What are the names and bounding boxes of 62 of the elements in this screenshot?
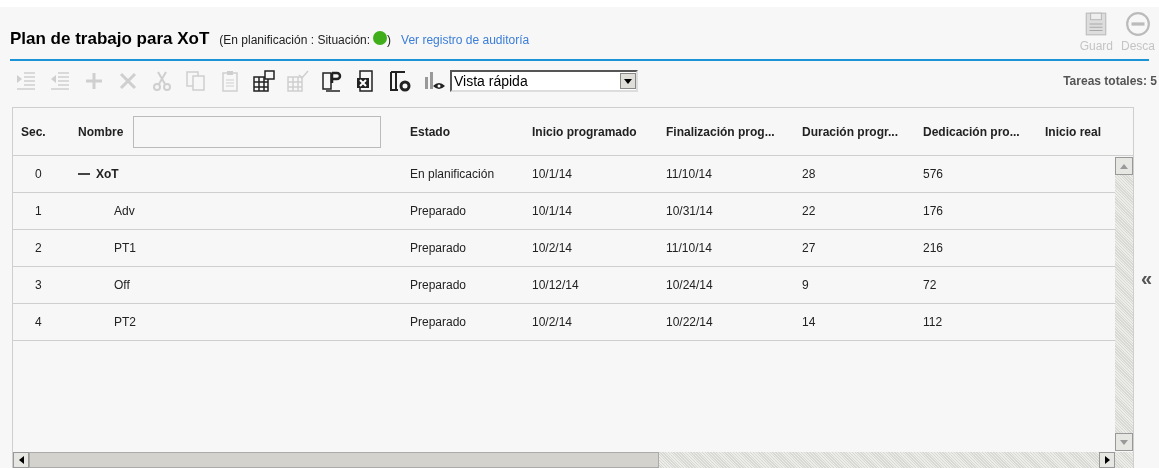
- table-cell: 9: [802, 278, 809, 292]
- table-cell: 176: [923, 204, 944, 218]
- task-name[interactable]: XoT: [96, 165, 119, 183]
- right-arrow-icon[interactable]: [1104, 456, 1110, 464]
- status-text: ): [387, 31, 392, 49]
- task-name[interactable]: PT1: [114, 239, 136, 257]
- column-header: Estado: [410, 123, 450, 141]
- scroll-up-button[interactable]: [1115, 157, 1133, 175]
- table-cell: 576: [923, 167, 944, 181]
- status-text: (En planificación : Situación:: [219, 31, 371, 49]
- table-cell: 10/2/14: [532, 315, 573, 329]
- table-cell: 11/10/14: [666, 167, 712, 181]
- up-arrow-icon[interactable]: [1120, 163, 1128, 169]
- page-title: Plan de trabajo para XoT: [10, 27, 210, 50]
- table-cell: 28: [802, 167, 816, 181]
- table-cell: 11/10/14: [666, 241, 712, 255]
- column-header: Inicio programado: [532, 123, 637, 141]
- table-cell: 2: [35, 241, 42, 255]
- table-cell: 10/22/14: [666, 315, 713, 329]
- audit-link[interactable]: Ver registro de auditoría: [401, 30, 530, 49]
- table-cell: 1: [35, 204, 42, 218]
- table-cell: 10/12/14: [532, 278, 579, 292]
- name-filter-field[interactable]: [133, 115, 382, 148]
- task-name[interactable]: Off: [114, 276, 130, 294]
- column-header: Dedicación pro...: [923, 123, 1020, 141]
- table-cell: 10/24/14: [666, 278, 713, 292]
- table-cell: Preparado: [410, 315, 467, 329]
- table-cell: 10/2/14: [532, 241, 573, 255]
- column-header: Duración progr...: [802, 123, 898, 141]
- table-cell: 112: [923, 315, 943, 329]
- table-cell: 3: [35, 278, 42, 292]
- collapse-panel-toggle[interactable]: «: [1140, 262, 1153, 293]
- table-cell: Preparado: [410, 278, 467, 292]
- table-cell: 14: [802, 315, 816, 329]
- table-cell: 4: [35, 315, 42, 329]
- table-cell: 22: [802, 204, 816, 218]
- table-cell: 10/1/14: [532, 204, 573, 218]
- table-cell: 10/1/14: [532, 167, 573, 181]
- table-cell: 27: [802, 241, 816, 255]
- table-cell: 10/31/14: [666, 204, 713, 218]
- column-header: Inicio real: [1045, 123, 1102, 141]
- table-cell: 72: [923, 278, 937, 292]
- table-cell: En planificación: [410, 167, 495, 181]
- view-dropdown[interactable]: Vista rápida: [450, 70, 638, 92]
- column-header: Sec.: [21, 123, 46, 141]
- columns-gear-icon[interactable]: [388, 69, 412, 93]
- table-cell: Preparado: [410, 204, 467, 218]
- task-total: Tareas totales: 5: [1063, 73, 1157, 90]
- task-name[interactable]: PT2: [114, 313, 136, 331]
- scroll-left-button[interactable]: [13, 452, 29, 468]
- scroll-right-button[interactable]: [1099, 452, 1115, 468]
- scrollbar-thumb[interactable]: [29, 452, 659, 468]
- table-cell: 216: [923, 241, 944, 255]
- table-cell: 0: [35, 167, 42, 181]
- column-header: Finalización prog...: [666, 123, 775, 141]
- document-p-icon[interactable]: [320, 69, 344, 93]
- task-name[interactable]: Adv: [114, 202, 135, 220]
- left-arrow-icon[interactable]: [18, 456, 24, 464]
- table-cell: Preparado: [410, 241, 467, 255]
- grid-icon[interactable]: [252, 69, 276, 93]
- column-header: Nombre: [78, 123, 124, 141]
- down-arrow-icon[interactable]: [1120, 439, 1128, 445]
